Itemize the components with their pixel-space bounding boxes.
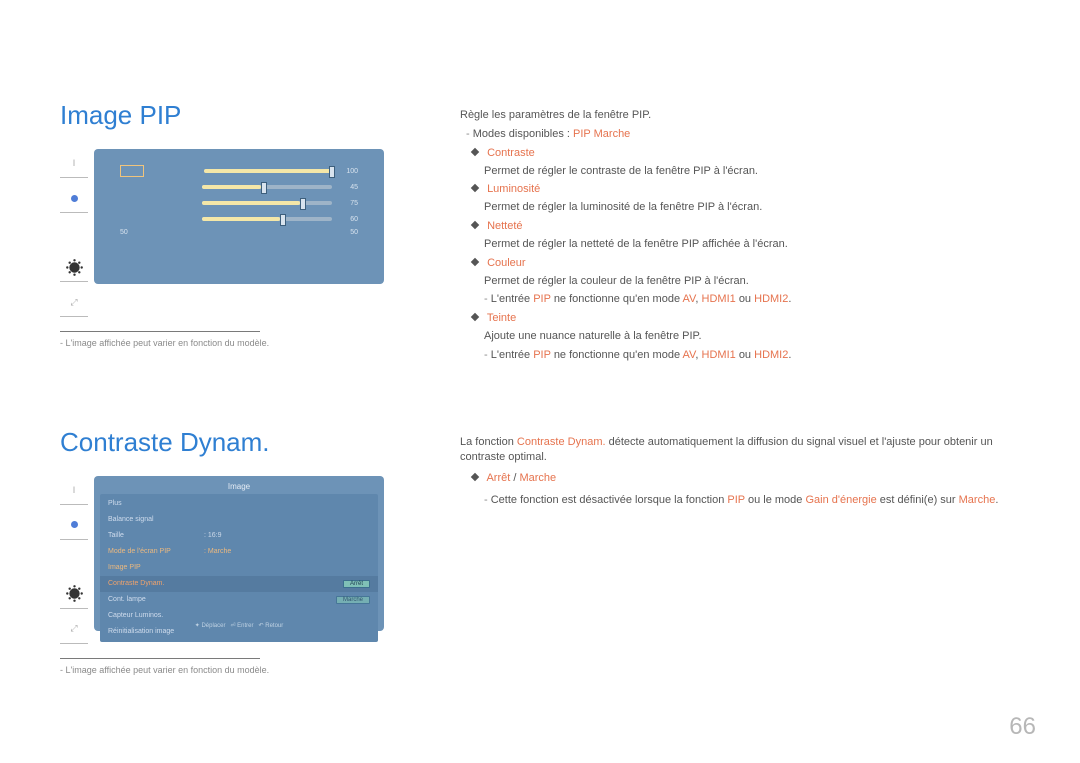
- note-mid: ne fonctionne qu'en mode: [554, 349, 680, 361]
- sun-icon: [69, 589, 79, 599]
- page-number: 66: [1009, 713, 1036, 741]
- input-icon: I: [73, 485, 76, 495]
- note-on: Marche: [959, 494, 996, 506]
- modes-value: PIP Marche: [573, 128, 630, 140]
- note-gain: Gain d'énergie: [805, 494, 876, 506]
- dot-icon: [71, 195, 78, 202]
- note-av: AV: [683, 349, 696, 361]
- note-mid: ne fonctionne qu'en mode: [554, 293, 680, 305]
- item-desc: Permet de régler la luminosité de la fen…: [484, 200, 1040, 215]
- osd-selected-pill: Arrêt: [343, 580, 370, 588]
- bullet-icon: [471, 221, 479, 229]
- osd-row-value: : Marche: [204, 548, 231, 555]
- expand-icon: ⤢: [70, 623, 77, 634]
- bullet-icon: [471, 147, 479, 155]
- footnote: L'image affichée peut varier en fonction…: [60, 338, 440, 348]
- slider-color: 60: [100, 211, 378, 227]
- osd-row-label: Cont. lampe: [108, 596, 198, 603]
- divider: [60, 658, 260, 659]
- manual-page: Image PIP I ⤢ 100: [0, 0, 1080, 763]
- divider: [60, 331, 260, 332]
- osd-pill: Marche: [336, 596, 370, 604]
- osd-title: Image: [100, 482, 378, 491]
- osd-screenshot-pip: 100 45 75 60: [94, 149, 384, 284]
- side-icon-strip: I ⤢: [60, 476, 88, 650]
- note-pre: L'entrée: [484, 349, 530, 361]
- slider-contrast: 100: [100, 163, 378, 179]
- osd-row-label: Capteur Luminos.: [108, 612, 198, 619]
- item-label: Luminosité: [487, 183, 540, 195]
- osd-row-label: Mode de l'écran PIP: [108, 548, 198, 555]
- slider-value: 45: [338, 184, 358, 191]
- note-h2: HDMI2: [754, 293, 788, 305]
- slider-brightness: 45: [100, 179, 378, 195]
- item-desc: Ajoute une nuance naturelle à la fenêtre…: [484, 329, 1040, 344]
- note-pre: Cette fonction est désactivée lorsque la…: [484, 494, 724, 506]
- note-h1: HDMI1: [702, 349, 736, 361]
- tint-left: 50: [120, 229, 128, 236]
- description-column: Règle les paramètres de la fenêtre PIP. …: [440, 100, 1040, 367]
- osd-preview-wrap: I ⤢ Image Plus Balance signal Taille : 1…: [60, 476, 440, 650]
- section-title: Image PIP: [60, 100, 440, 131]
- footnote: L'image affichée peut varier en fonction…: [60, 665, 440, 675]
- note-pip: PIP: [727, 494, 745, 506]
- osd-screenshot-dynam: Image Plus Balance signal Taille : 16:9 …: [94, 476, 384, 631]
- item-label: Netteté: [487, 220, 522, 232]
- note-mid: ou le mode: [748, 494, 802, 506]
- slider-value: 75: [338, 200, 358, 207]
- note-av: AV: [683, 293, 696, 305]
- osd-row-label: Balance signal: [108, 516, 198, 523]
- tint-row: 50 50: [100, 227, 378, 238]
- bullet-icon: [471, 472, 479, 480]
- slider-sharpness: 75: [100, 195, 378, 211]
- note-or: ou: [739, 349, 751, 361]
- item-desc: Permet de régler la netteté de la fenêtr…: [484, 237, 1040, 252]
- item-desc: Permet de régler le contraste de la fenê…: [484, 164, 1040, 179]
- osd-row-label: Réinitialisation image: [108, 628, 198, 635]
- left-column: Contraste Dynam. I ⤢ Image Plus Balance …: [60, 427, 440, 675]
- intro-keyword: Contraste Dynam.: [517, 436, 606, 448]
- note-pip: PIP: [533, 349, 551, 361]
- osd-row-label: Contraste Dynam.: [108, 580, 198, 587]
- section-image-pip: Image PIP I ⤢ 100: [60, 100, 1040, 367]
- option-on: Marche: [519, 472, 556, 484]
- note-mid2: est défini(e) sur: [880, 494, 956, 506]
- section-title: Contraste Dynam.: [60, 427, 440, 458]
- expand-icon: ⤢: [70, 297, 77, 308]
- bullet-icon: [471, 313, 479, 321]
- note-pre: L'entrée: [484, 293, 530, 305]
- intro-text: Règle les paramètres de la fenêtre PIP.: [460, 108, 1040, 123]
- item-label: Contraste: [487, 147, 535, 159]
- item-label: Teinte: [487, 312, 516, 324]
- input-icon: I: [73, 158, 76, 168]
- section-contraste-dynam: Contraste Dynam. I ⤢ Image Plus Balance …: [60, 427, 1040, 675]
- modes-prefix: Modes disponibles :: [466, 128, 570, 140]
- sun-icon: [69, 262, 79, 272]
- bullet-icon: [471, 258, 479, 266]
- intro-pre: La fonction: [460, 436, 514, 448]
- tint-right: 50: [350, 229, 358, 236]
- left-column: Image PIP I ⤢ 100: [60, 100, 440, 348]
- item-label: Couleur: [487, 257, 526, 269]
- osd-row-label: Taille: [108, 532, 198, 539]
- osd-row-value: : 16:9: [204, 532, 222, 539]
- bullet-icon: [471, 184, 479, 192]
- note-or: ou: [739, 293, 751, 305]
- osd-preview-wrap: I ⤢ 100 45: [60, 149, 440, 323]
- option-sep: /: [513, 472, 516, 484]
- side-icon-strip: I ⤢: [60, 149, 88, 323]
- slider-value: 60: [338, 216, 358, 223]
- item-desc: Permet de régler la couleur de la fenêtr…: [484, 274, 1040, 289]
- osd-row-label: Plus: [108, 500, 198, 507]
- slider-value: 100: [338, 168, 358, 175]
- dot-icon: [71, 521, 78, 528]
- note-h1: HDMI1: [702, 293, 736, 305]
- option-off: Arrêt: [486, 472, 510, 484]
- note-pip: PIP: [533, 293, 551, 305]
- description-column: La fonction Contraste Dynam. détecte aut…: [440, 427, 1040, 512]
- note-h2: HDMI2: [754, 349, 788, 361]
- osd-row-label: Image PIP: [108, 564, 198, 571]
